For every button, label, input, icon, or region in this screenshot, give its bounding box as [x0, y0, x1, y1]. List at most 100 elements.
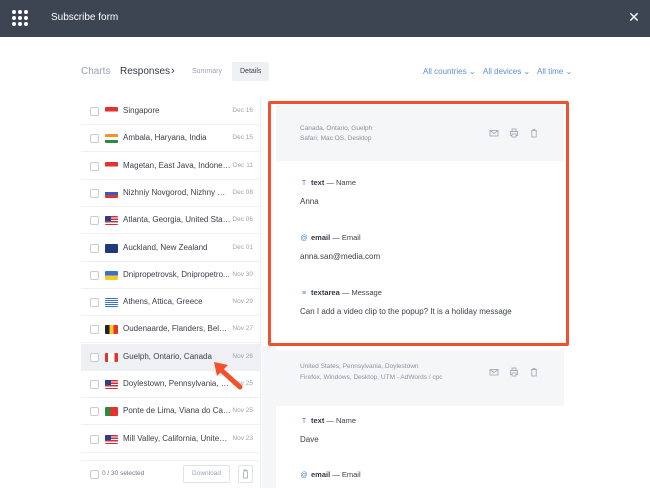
text-field-icon: T [301, 180, 307, 187]
row-location: Athens, Attica, Greece [123, 297, 203, 307]
row-checkbox[interactable] [90, 270, 99, 280]
row-checkbox[interactable] [90, 188, 99, 198]
flag-us-icon [105, 216, 118, 226]
download-button[interactable]: Download [183, 465, 230, 483]
view-details-button[interactable]: Details [232, 62, 270, 81]
textarea-field-icon: ≡ [301, 290, 307, 297]
row-location: Ponte de Lima, Viana do Cast... [123, 406, 231, 416]
response-card-header: United States, Pennsylvania, Doylestown … [276, 350, 564, 406]
list-item[interactable]: Magetan, East Java, Indonesia Dec 11 [81, 153, 261, 180]
row-checkbox[interactable] [90, 407, 99, 417]
row-location: Atlanta, Georgia, United Stat... [123, 215, 231, 225]
tab-responses[interactable]: Responses [120, 66, 170, 77]
row-checkbox[interactable] [90, 107, 99, 116]
list-item[interactable]: Atlanta, Georgia, United Stat... Dec 06 [81, 207, 261, 235]
filter-countries[interactable]: All countries ⌄ [423, 67, 476, 76]
delete-button[interactable] [238, 465, 253, 483]
flag-ru-icon [105, 188, 118, 198]
list-item[interactable]: Athens, Attica, Greece Nov 29 [81, 289, 261, 317]
row-date: Nov 30 [232, 270, 253, 278]
print-icon[interactable] [509, 128, 519, 138]
field-name: Ttext — Name Anna [300, 178, 550, 206]
chevron-down-icon: ⌄ [523, 67, 531, 76]
list-item[interactable]: Ponte de Lima, Viana do Cast... Nov 25 [81, 398, 261, 426]
row-checkbox[interactable] [90, 161, 99, 171]
view-summary-button[interactable]: Summary [184, 62, 230, 81]
field-email: @ email — Email [300, 470, 361, 479]
flag-id-icon [105, 161, 118, 171]
row-checkbox[interactable] [90, 243, 99, 253]
trash-icon[interactable] [529, 367, 539, 377]
row-date: Nov 25 [232, 407, 253, 415]
field-value: Anna [300, 197, 319, 206]
response-location: United States, Pennsylvania, Doylestown [300, 363, 419, 370]
filter-devices[interactable]: All devices ⌄ [483, 67, 530, 76]
app-title: Subscribe form [51, 12, 119, 23]
email-field-icon: @ [300, 235, 308, 242]
flag-pt-icon [105, 407, 118, 417]
row-location: Auckland, New Zealand [123, 242, 208, 252]
trash-icon[interactable] [529, 128, 539, 138]
row-checkbox[interactable] [90, 298, 99, 308]
row-checkbox[interactable] [90, 134, 99, 144]
field-value: Can I add a video clip to the popup? It … [300, 307, 512, 316]
flag-be-icon [105, 325, 118, 335]
list-item[interactable]: Singapore Dec 16 [81, 98, 261, 125]
flag-ca-icon [105, 352, 118, 362]
list-item[interactable]: Mill Valley, California, United ... Nov 2… [81, 426, 261, 453]
flag-us-icon [105, 434, 118, 444]
row-checkbox[interactable] [90, 216, 99, 226]
row-checkbox[interactable] [90, 325, 99, 335]
field-message: ≡ textarea — Message Can I add a video cl… [300, 288, 550, 316]
list-item[interactable]: Oudenaarde, Flanders, Belgi... Nov 27 [81, 316, 261, 344]
response-device: Firefox, Windows, Desktop, UTM - AdWords… [300, 374, 443, 381]
row-date: Dec 06 [232, 216, 253, 224]
flag-ua-icon [105, 270, 118, 280]
tab-charts[interactable]: Charts [81, 66, 110, 77]
row-checkbox[interactable] [90, 352, 99, 362]
field-email: @ email — Email anna.san@media.com [300, 233, 550, 261]
row-date: Dec 08 [232, 188, 253, 196]
flag-us-icon [105, 380, 118, 389]
row-date: Dec 11 [232, 161, 253, 169]
selected-count: 0 / 30 selected [102, 470, 145, 477]
row-date: Nov 29 [232, 298, 253, 306]
response-device: Safari, Mac OS, Desktop [300, 135, 372, 142]
row-checkbox[interactable] [90, 434, 99, 444]
row-location: Nizhniy Novgorod, Nizhny No... [123, 187, 231, 197]
panel-gutter [262, 346, 276, 488]
email-field-icon: @ [300, 472, 308, 479]
flag-nz-icon [105, 243, 118, 253]
list-item[interactable]: Auckland, New Zealand Dec 01 [81, 235, 261, 262]
chevron-right-icon: › [171, 65, 175, 77]
row-date: Dec 01 [232, 243, 253, 251]
response-card: United States, Pennsylvania, Doylestown … [276, 350, 564, 488]
list-item[interactable]: Ambala, Haryana, India Dec 15 [81, 125, 261, 153]
text-field-icon: T [301, 418, 307, 425]
row-location: Ambala, Haryana, India [123, 133, 207, 143]
row-location: Dnipropetrovsk, Dnipropetro... [123, 269, 230, 279]
close-icon[interactable]: ✕ [627, 10, 641, 24]
response-location: Canada, Ontario, Guelph [300, 125, 373, 132]
field-value: Dave [300, 435, 319, 444]
row-checkbox[interactable] [90, 380, 99, 389]
mail-icon[interactable] [489, 128, 499, 138]
response-list: Singapore Dec 16 Ambala, Haryana, India Dec… [81, 98, 261, 488]
print-icon[interactable] [509, 367, 519, 377]
select-all-checkbox[interactable] [90, 470, 99, 479]
nav-bar: Charts Responses › Summary Details All c… [0, 62, 650, 82]
mail-icon[interactable] [489, 367, 499, 377]
row-location: Mill Valley, California, United ... [123, 433, 231, 443]
list-item[interactable]: Dnipropetrovsk, Dnipropetro... Nov 30 [81, 262, 261, 289]
app-logo-icon [12, 10, 28, 26]
chevron-down-icon: ⌄ [565, 67, 573, 76]
flag-in-icon [105, 134, 118, 144]
row-location: Magetan, East Java, Indonesia [123, 160, 231, 170]
field-name: Ttext — Name Dave [300, 416, 550, 444]
flag-gr-icon [105, 298, 118, 308]
list-footer: 0 / 30 selected Download [81, 460, 261, 488]
filter-time[interactable]: All time ⌄ [537, 67, 572, 76]
trash-icon [243, 469, 248, 479]
row-date: Dec 15 [232, 134, 253, 142]
list-item[interactable]: Nizhniy Novgorod, Nizhny No... Dec 08 [81, 180, 261, 207]
